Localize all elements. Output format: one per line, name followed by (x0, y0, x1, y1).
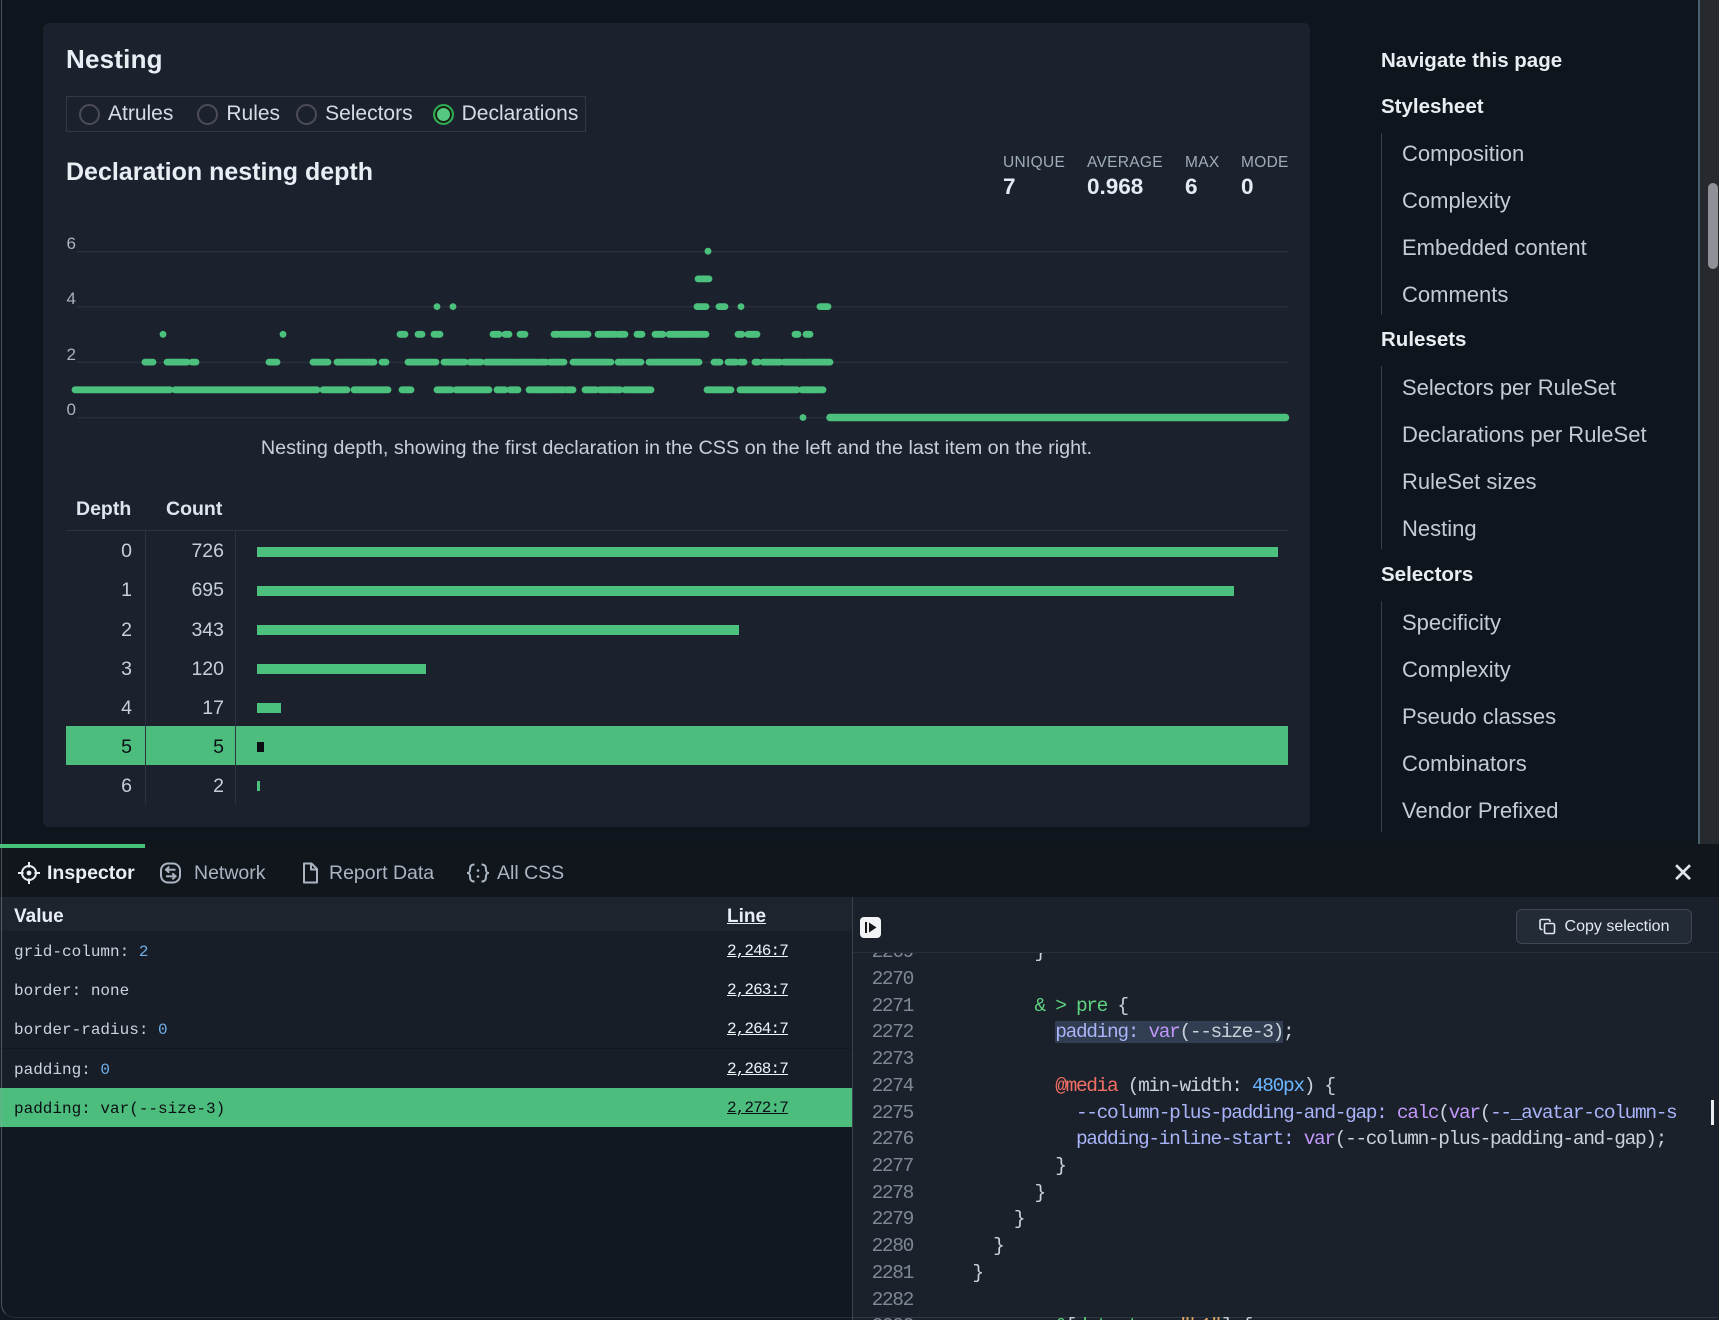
svg-text:6: 6 (67, 234, 76, 253)
svg-text:4: 4 (67, 289, 76, 308)
svg-text:0: 0 (67, 400, 76, 419)
svg-text:2: 2 (67, 345, 76, 364)
